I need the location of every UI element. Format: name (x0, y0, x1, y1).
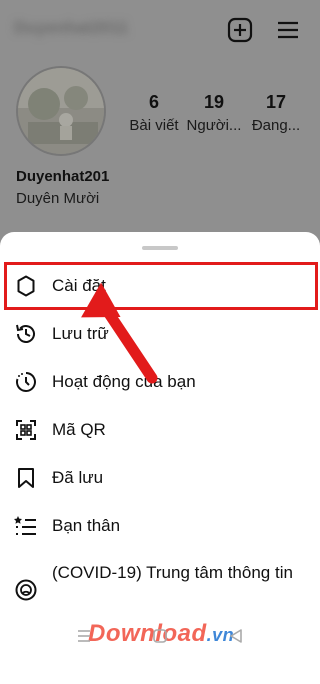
menu-item-covid-info-label: (COVID-19) Trung tâm thông tin (52, 563, 293, 582)
menu-item-close-friends-label: Bạn thân (52, 516, 121, 535)
menu-item-saved-label: Đã lưu (52, 468, 104, 487)
close-friends-list-icon (14, 516, 36, 535)
watermark-text: Download (88, 620, 207, 647)
hamburger-menu-icon[interactable] (274, 16, 302, 44)
new-post-icon[interactable] (226, 16, 254, 44)
qr-code-icon (16, 420, 36, 440)
bookmark-icon (18, 468, 34, 488)
menu-item-covid-info[interactable]: (COVID-19) Trung tâm thông tin (0, 562, 320, 618)
menu-item-qr-code[interactable]: Mã QR (0, 408, 320, 452)
archive-history-icon (16, 324, 35, 343)
settings-gear-icon (17, 275, 35, 297)
stat-following-label: Đang... (251, 117, 301, 134)
profile-handle: Duyenhat201 (16, 168, 110, 185)
sheet-grabber[interactable] (142, 246, 178, 250)
nav-back-icon[interactable] (226, 626, 246, 646)
username-title[interactable]: Duyenhat2011 (14, 18, 184, 40)
menu-item-qr-code-label: Mã QR (52, 420, 106, 439)
menu-item-close-friends[interactable]: Bạn thân (0, 504, 320, 548)
nav-home-icon[interactable] (150, 626, 170, 646)
covid-info-icon (15, 579, 37, 601)
profile-full-name: Duyên Mười (16, 190, 100, 207)
stat-following-count: 17 (265, 92, 287, 112)
avatar[interactable] (18, 68, 104, 154)
menu-item-saved[interactable]: Đã lưu (0, 456, 320, 500)
pointer-arrow-icon (81, 282, 158, 384)
profile-header: Duyenhat2011 6 Bài viết 19 Người... 17 Đ… (0, 0, 320, 250)
activity-clock-icon (16, 372, 36, 392)
nav-recents-icon[interactable] (74, 626, 94, 646)
stat-following[interactable]: 17 Đang... (238, 92, 314, 134)
